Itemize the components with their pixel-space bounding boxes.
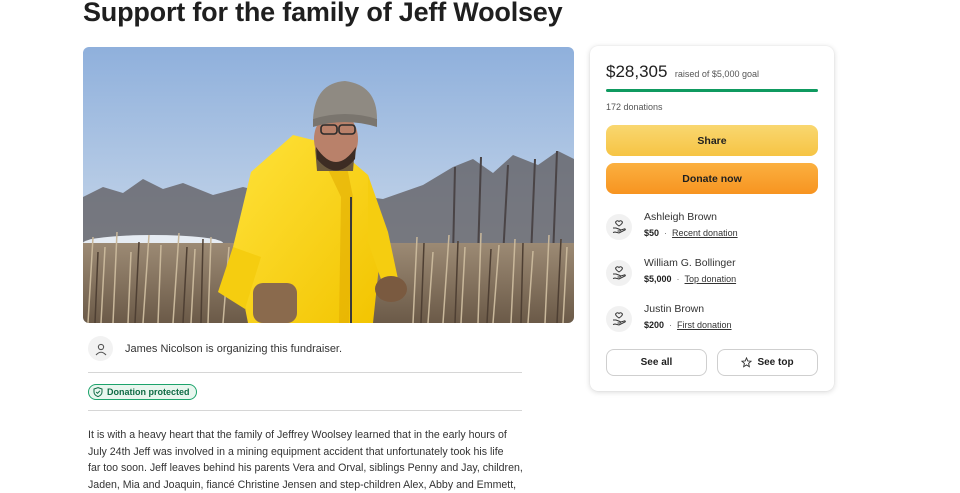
progress-bar: [606, 89, 818, 92]
hero-photo: [83, 47, 574, 323]
story-line: Jaden, Mia and Joaquin, fiancé Christine…: [88, 478, 517, 491]
badge-label: Donation protected: [107, 387, 190, 397]
fundraiser-page: Support for the family of Jeff Woolsey J…: [0, 0, 960, 493]
user-icon: [88, 336, 113, 361]
donor-meta: $200 · First donation: [644, 320, 732, 330]
donation-hand-icon: [606, 260, 632, 286]
donation-protected-badge[interactable]: Donation protected: [88, 384, 197, 400]
goal-text: raised of $5,000 goal: [674, 69, 759, 79]
organizer-row: James Nicolson is organizing this fundra…: [88, 336, 342, 361]
donor-amount: $5,000: [644, 274, 672, 284]
story-text: It is with a heavy heart that the family…: [88, 427, 524, 493]
donation-card: $28,305 raised of $5,000 goal 172 donati…: [590, 46, 834, 391]
raised-amount: $28,305: [606, 62, 668, 81]
star-icon: [741, 357, 753, 368]
divider: [88, 372, 522, 373]
first-donation-link[interactable]: First donation: [677, 320, 732, 330]
donor-meta: $50 · Recent donation: [644, 228, 738, 238]
donation-hand-icon: [606, 214, 632, 240]
share-button[interactable]: Share: [606, 125, 818, 156]
see-all-button[interactable]: See all: [606, 349, 707, 376]
story-line: It is with a heavy heart that the family…: [88, 429, 507, 441]
story-line: far too soon. Jeff leaves behind his par…: [88, 462, 523, 474]
see-all-label: See all: [640, 357, 673, 368]
donate-now-button[interactable]: Donate now: [606, 163, 818, 194]
donor-amount: $50: [644, 228, 660, 238]
donor-name: William G. Bollinger: [644, 257, 736, 269]
donor-name: Justin Brown: [644, 303, 705, 315]
organizer-text: James Nicolson is organizing this fundra…: [125, 342, 343, 355]
shield-check-icon: [93, 387, 103, 397]
story-line: July 24th Jeff was involved in a mining …: [88, 445, 504, 458]
donation-hand-icon: [606, 306, 632, 332]
page-title: Support for the family of Jeff Woolsey: [83, 0, 563, 27]
donation-count: 172 donations: [606, 102, 663, 112]
donor-item: Ashleigh Brown $50 · Recent donation: [606, 211, 818, 247]
hero-image[interactable]: [83, 47, 574, 323]
donor-meta: $5,000 · Top donation: [644, 274, 737, 284]
see-top-button[interactable]: See top: [717, 349, 818, 376]
raised-summary: $28,305 raised of $5,000 goal: [606, 62, 759, 82]
donor-item: William G. Bollinger $5,000 · Top donation: [606, 257, 818, 293]
top-donation-link[interactable]: Top donation: [685, 274, 737, 284]
divider: [88, 410, 522, 411]
donor-name: Ashleigh Brown: [644, 211, 717, 223]
donor-amount: $200: [644, 320, 665, 330]
recent-donation-link[interactable]: Recent donation: [672, 228, 738, 238]
progress-fill: [606, 89, 818, 92]
donor-item: Justin Brown $200 · First donation: [606, 303, 818, 339]
see-top-label: See top: [757, 357, 794, 368]
